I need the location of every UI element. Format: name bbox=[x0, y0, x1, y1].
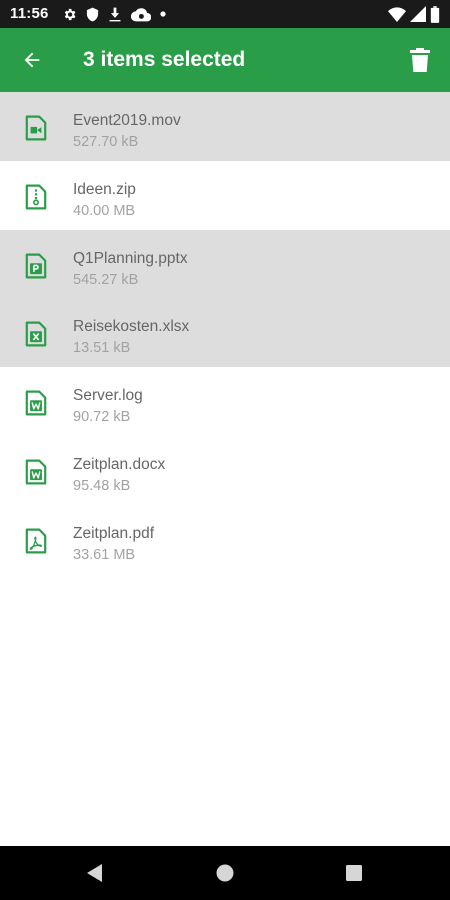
file-name: Reisekosten.xlsx bbox=[73, 318, 190, 336]
file-name: Q1Planning.pptx bbox=[73, 249, 188, 267]
word-file-icon bbox=[25, 390, 47, 416]
arrow-left-icon bbox=[24, 52, 40, 68]
file-name: Event2019.mov bbox=[73, 112, 181, 129]
app-bar: 3 items selected bbox=[0, 28, 450, 92]
signal-icon bbox=[410, 6, 426, 22]
selection-title: 3 items selected bbox=[83, 48, 246, 71]
file-item[interactable]: Server.log 90.72 kB bbox=[0, 367, 450, 436]
navigation-bar bbox=[0, 846, 450, 900]
file-name: Zeitplan.docx bbox=[73, 455, 166, 473]
wifi-icon bbox=[388, 6, 406, 22]
home-circle-icon bbox=[216, 864, 234, 882]
back-button[interactable] bbox=[14, 42, 50, 78]
status-notification-icons bbox=[62, 5, 166, 23]
download-icon bbox=[109, 7, 121, 21]
powerpoint-file-icon bbox=[25, 253, 47, 279]
nav-back-button[interactable] bbox=[81, 859, 109, 887]
file-item[interactable]: Ideen.zip 40.00 MB bbox=[0, 160, 450, 230]
nav-home-button[interactable] bbox=[211, 859, 239, 887]
file-list: Event2019.mov 527.70 kB Ideen.zip 40.00 … bbox=[0, 92, 450, 574]
shield-icon bbox=[86, 7, 99, 21]
file-size: 33.61 MB bbox=[73, 546, 136, 563]
trash-icon bbox=[410, 48, 430, 72]
file-name: Ideen.zip bbox=[73, 180, 136, 198]
file-item[interactable]: Zeitplan.pdf 33.61 MB bbox=[0, 504, 450, 574]
battery-icon bbox=[430, 5, 440, 23]
cloud-sync-icon bbox=[131, 7, 151, 21]
status-system-icons bbox=[388, 4, 440, 24]
file-item[interactable]: Reisekosten.xlsx 13.51 kB bbox=[0, 298, 450, 368]
recents-square-icon bbox=[346, 865, 362, 881]
status-bar: 11:56 bbox=[0, 0, 450, 28]
file-size: 13.51 kB bbox=[73, 340, 131, 357]
file-name: Server.log bbox=[73, 387, 143, 405]
status-time: 11:56 bbox=[10, 5, 49, 22]
pdf-file-icon bbox=[25, 528, 47, 554]
gear-icon bbox=[64, 8, 76, 20]
file-size: 95.48 kB bbox=[73, 477, 131, 494]
dot-icon bbox=[160, 11, 166, 17]
file-size: 527.70 kB bbox=[73, 134, 139, 150]
nav-recents-button[interactable] bbox=[340, 859, 368, 887]
file-size: 40.00 MB bbox=[73, 202, 136, 219]
excel-file-icon bbox=[25, 321, 47, 347]
word-file-icon bbox=[25, 459, 47, 485]
file-size: 90.72 kB bbox=[73, 409, 131, 426]
file-item[interactable]: Q1Planning.pptx 545.27 kB bbox=[0, 229, 450, 299]
file-item[interactable]: Event2019.mov 527.70 kB bbox=[0, 92, 450, 161]
back-triangle-icon bbox=[87, 864, 102, 882]
file-name: Zeitplan.pdf bbox=[73, 524, 154, 542]
file-size: 545.27 kB bbox=[73, 271, 139, 288]
file-item[interactable]: Zeitplan.docx 95.48 kB bbox=[0, 435, 450, 505]
zip-file-icon bbox=[25, 184, 47, 210]
video-file-icon bbox=[25, 115, 47, 141]
delete-button[interactable] bbox=[402, 42, 438, 78]
